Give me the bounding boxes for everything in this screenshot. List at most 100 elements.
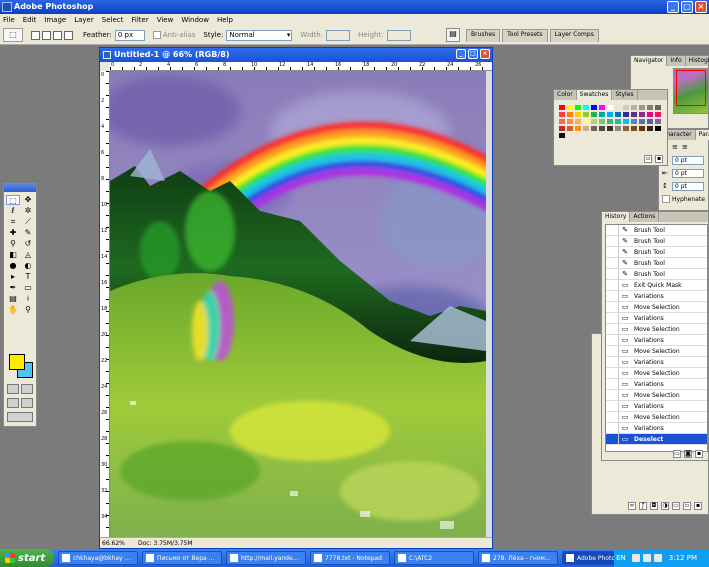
clock[interactable]: 3:12 PM bbox=[669, 554, 697, 562]
menu-edit[interactable]: Edit bbox=[23, 16, 37, 24]
history-state-row[interactable]: ✎ Brush Tool bbox=[606, 246, 707, 258]
menu-view[interactable]: View bbox=[157, 16, 174, 24]
color-swatch[interactable] bbox=[558, 132, 566, 139]
color-swatch[interactable] bbox=[646, 111, 654, 118]
tab-layer-comps[interactable]: Layer Comps bbox=[549, 29, 599, 42]
horizontal-ruler[interactable]: 0 2 4 6 8 10 12 14 16 18 20 22 24 26 bbox=[110, 62, 492, 71]
maximize-button[interactable]: □ bbox=[681, 1, 693, 13]
start-button[interactable]: start bbox=[0, 549, 54, 567]
foreground-color-swatch[interactable] bbox=[9, 354, 25, 370]
close-button[interactable]: × bbox=[695, 1, 707, 13]
color-swatch[interactable] bbox=[566, 104, 574, 111]
history-state-row[interactable]: ▭ Move Selection bbox=[606, 345, 707, 357]
volume-icon[interactable] bbox=[631, 554, 640, 562]
intersect-selection-button[interactable] bbox=[64, 30, 73, 40]
marquee-tool-icon[interactable]: ⬚ bbox=[6, 195, 20, 205]
color-swatch[interactable] bbox=[630, 118, 638, 125]
history-source-toggle[interactable] bbox=[606, 411, 619, 423]
color-swatch[interactable] bbox=[598, 111, 606, 118]
taskbar-item[interactable]: http://mail.yande... bbox=[226, 551, 306, 565]
history-source-toggle[interactable] bbox=[606, 400, 619, 412]
taskbar-item[interactable]: C:\ATC2 bbox=[394, 551, 474, 565]
history-state-row[interactable]: ✎ Brush Tool bbox=[606, 225, 707, 236]
imageready-button[interactable] bbox=[7, 412, 33, 422]
layer-mask-icon[interactable]: ◘ bbox=[650, 502, 658, 510]
color-swatch[interactable] bbox=[654, 104, 662, 111]
history-state-row[interactable]: ▭ Deselect bbox=[606, 433, 707, 445]
indent-first-input[interactable]: 0 pt bbox=[672, 168, 704, 178]
doc-minimize-button[interactable]: _ bbox=[456, 49, 466, 59]
new-document-from-state-icon[interactable]: ▭ bbox=[673, 450, 681, 458]
menu-select[interactable]: Select bbox=[102, 16, 124, 24]
doc-close-button[interactable]: × bbox=[480, 49, 490, 59]
history-state-row[interactable]: ▭ Variations bbox=[606, 312, 707, 324]
history-brush-tool-icon[interactable]: ↺ bbox=[21, 239, 35, 249]
vertical-ruler[interactable]: 0 2 4 6 8 10 12 14 16 18 20 22 24 26 28 30 32 34 bbox=[100, 71, 110, 537]
color-swatch[interactable] bbox=[566, 111, 574, 118]
history-state-row[interactable]: ▭ Move Selection bbox=[606, 367, 707, 379]
color-swatch[interactable] bbox=[566, 125, 574, 132]
standard-mode-button[interactable] bbox=[7, 384, 19, 394]
tab-navigator[interactable]: Navigator bbox=[631, 56, 668, 66]
color-swatch[interactable] bbox=[614, 118, 622, 125]
color-swatch[interactable] bbox=[638, 125, 646, 132]
history-source-toggle[interactable] bbox=[606, 323, 619, 335]
color-swatch[interactable] bbox=[606, 104, 614, 111]
crop-tool-icon[interactable]: ⌗ bbox=[6, 217, 20, 227]
history-source-toggle[interactable] bbox=[606, 389, 619, 401]
quick-mask-mode-button[interactable] bbox=[21, 384, 33, 394]
color-swatch[interactable] bbox=[598, 118, 606, 125]
color-swatch[interactable] bbox=[598, 104, 606, 111]
history-state-row[interactable]: ▭ Variations bbox=[606, 400, 707, 412]
doc-maximize-button[interactable]: □ bbox=[468, 49, 478, 59]
history-source-toggle[interactable] bbox=[606, 279, 619, 291]
color-swatch[interactable] bbox=[582, 104, 590, 111]
tab-swatches[interactable]: Swatches bbox=[576, 90, 613, 100]
screen-mode-full-button[interactable] bbox=[21, 398, 33, 408]
move-tool-icon[interactable]: ✥ bbox=[21, 195, 35, 205]
history-source-toggle[interactable] bbox=[606, 235, 619, 247]
color-swatch[interactable] bbox=[638, 111, 646, 118]
history-source-toggle[interactable] bbox=[606, 345, 619, 357]
language-indicator[interactable]: EN bbox=[616, 554, 626, 562]
color-swatch[interactable] bbox=[638, 118, 646, 125]
document-titlebar[interactable]: Untitled-1 @ 66% (RGB/8) _ □ × bbox=[100, 48, 492, 62]
navigator-view-box[interactable] bbox=[676, 70, 706, 106]
taskbar-item[interactable]: 7778.txt - Notepad bbox=[310, 551, 390, 565]
color-swatch[interactable] bbox=[622, 111, 630, 118]
color-swatch[interactable] bbox=[558, 111, 566, 118]
menu-image[interactable]: Image bbox=[44, 16, 66, 24]
new-swatch-icon[interactable]: ▫ bbox=[644, 155, 652, 163]
tool-preset-picker[interactable]: ⬚ bbox=[3, 28, 23, 42]
color-swatch[interactable] bbox=[574, 111, 582, 118]
history-state-row[interactable]: ▭ Move Selection bbox=[606, 389, 707, 401]
color-swatch[interactable] bbox=[654, 111, 662, 118]
color-swatch[interactable] bbox=[654, 125, 662, 132]
tab-paragraph[interactable]: Paragraph bbox=[695, 130, 709, 140]
history-source-toggle[interactable] bbox=[606, 334, 619, 346]
subtract-selection-button[interactable] bbox=[53, 30, 62, 40]
color-swatch[interactable] bbox=[590, 118, 598, 125]
taskbar-item[interactable]: 278. Лёха - гном... bbox=[478, 551, 558, 565]
eraser-tool-icon[interactable]: ◧ bbox=[6, 250, 20, 260]
history-source-toggle[interactable] bbox=[606, 367, 619, 379]
width-input[interactable] bbox=[326, 29, 351, 41]
antivirus-icon[interactable] bbox=[653, 554, 662, 562]
style-select[interactable]: Normal ▾ bbox=[226, 29, 293, 41]
dodge-tool-icon[interactable]: ◐ bbox=[21, 261, 35, 271]
color-swatch[interactable] bbox=[582, 125, 590, 132]
history-source-toggle[interactable] bbox=[606, 301, 619, 313]
notes-tool-icon[interactable]: ▤ bbox=[6, 294, 20, 304]
network-icon[interactable] bbox=[642, 554, 651, 562]
history-source-toggle[interactable] bbox=[606, 268, 619, 280]
menu-window[interactable]: Window bbox=[181, 16, 209, 24]
align-right-icon[interactable]: ≡ bbox=[682, 143, 692, 151]
color-swatch[interactable] bbox=[582, 118, 590, 125]
magic-wand-tool-icon[interactable]: ✲ bbox=[21, 206, 35, 216]
taskbar-item[interactable]: Письмо от Вера ... bbox=[142, 551, 222, 565]
color-swatch[interactable] bbox=[606, 125, 614, 132]
tab-history[interactable]: History bbox=[602, 212, 631, 222]
color-swatch[interactable] bbox=[606, 111, 614, 118]
new-snapshot-icon[interactable]: ◙ bbox=[684, 450, 692, 458]
color-swatch[interactable] bbox=[590, 104, 598, 111]
